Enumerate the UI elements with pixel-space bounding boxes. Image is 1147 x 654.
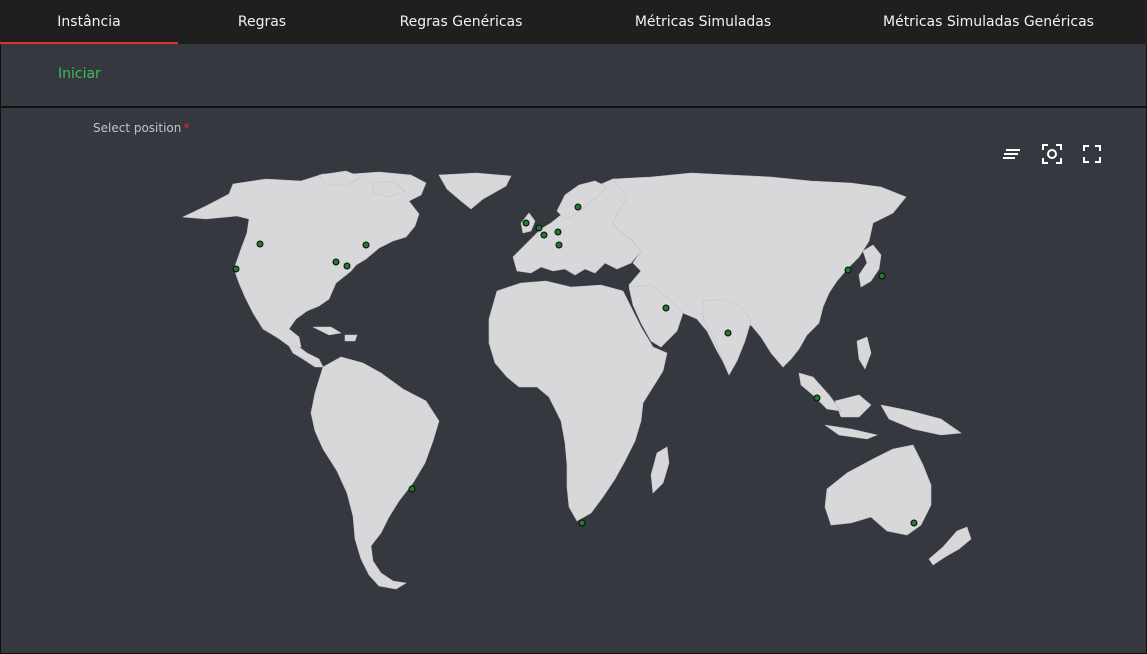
southeast-asia-islands-shape: [798, 336, 962, 440]
location-marker[interactable]: [522, 219, 530, 227]
start-panel: Iniciar: [0, 44, 1147, 107]
location-marker[interactable]: [408, 485, 416, 493]
location-marker[interactable]: [343, 262, 351, 270]
south-america-shape: [310, 356, 440, 590]
tab-label: Métricas Simuladas: [634, 14, 772, 30]
location-marker[interactable]: [362, 241, 370, 249]
map-panel: Select position *: [0, 107, 1147, 654]
select-position-text: Select position: [93, 121, 182, 135]
select-position-label: Select position *: [93, 121, 189, 135]
lines-icon[interactable]: [1001, 143, 1023, 165]
location-marker[interactable]: [878, 272, 886, 280]
tab-regras[interactable]: Regras: [178, 0, 346, 44]
tab-label: Métricas Simuladas Genéricas: [883, 14, 1094, 30]
location-marker[interactable]: [555, 241, 563, 249]
tab-label: Regras Genéricas: [399, 14, 523, 30]
location-marker[interactable]: [813, 394, 821, 402]
tab-regras-genericas[interactable]: Regras Genéricas: [346, 0, 576, 44]
location-marker[interactable]: [844, 266, 852, 274]
location-marker[interactable]: [535, 224, 543, 232]
location-marker[interactable]: [232, 265, 240, 273]
greenland-shape: [438, 172, 512, 210]
madagascar-shape: [650, 446, 670, 494]
location-marker[interactable]: [724, 329, 732, 337]
location-marker[interactable]: [540, 231, 548, 239]
location-marker[interactable]: [574, 203, 582, 211]
world-map[interactable]: [1, 108, 1146, 653]
location-marker[interactable]: [554, 228, 562, 236]
tab-label: Regras: [237, 14, 287, 30]
tab-instancia[interactable]: Instância: [0, 0, 178, 44]
caribbean-shape: [312, 326, 358, 342]
fullscreen-icon[interactable]: [1081, 143, 1103, 165]
central-america-shape: [288, 345, 324, 368]
start-button[interactable]: Iniciar: [58, 66, 101, 82]
required-mark: *: [183, 121, 190, 135]
new-zealand-shape: [928, 526, 972, 566]
target-frame-icon[interactable]: [1041, 143, 1063, 165]
location-marker[interactable]: [332, 258, 340, 266]
tab-metricas-simuladas[interactable]: Métricas Simuladas: [576, 0, 830, 44]
location-marker[interactable]: [578, 519, 586, 527]
tab-label: Instância: [57, 14, 121, 30]
tab-bar: Instância Regras Regras Genéricas Métric…: [0, 0, 1147, 44]
location-marker[interactable]: [910, 519, 918, 527]
tab-metricas-simuladas-genericas[interactable]: Métricas Simuladas Genéricas: [830, 0, 1147, 44]
location-marker[interactable]: [662, 304, 670, 312]
location-marker[interactable]: [256, 240, 264, 248]
north-america-shape: [181, 171, 427, 348]
